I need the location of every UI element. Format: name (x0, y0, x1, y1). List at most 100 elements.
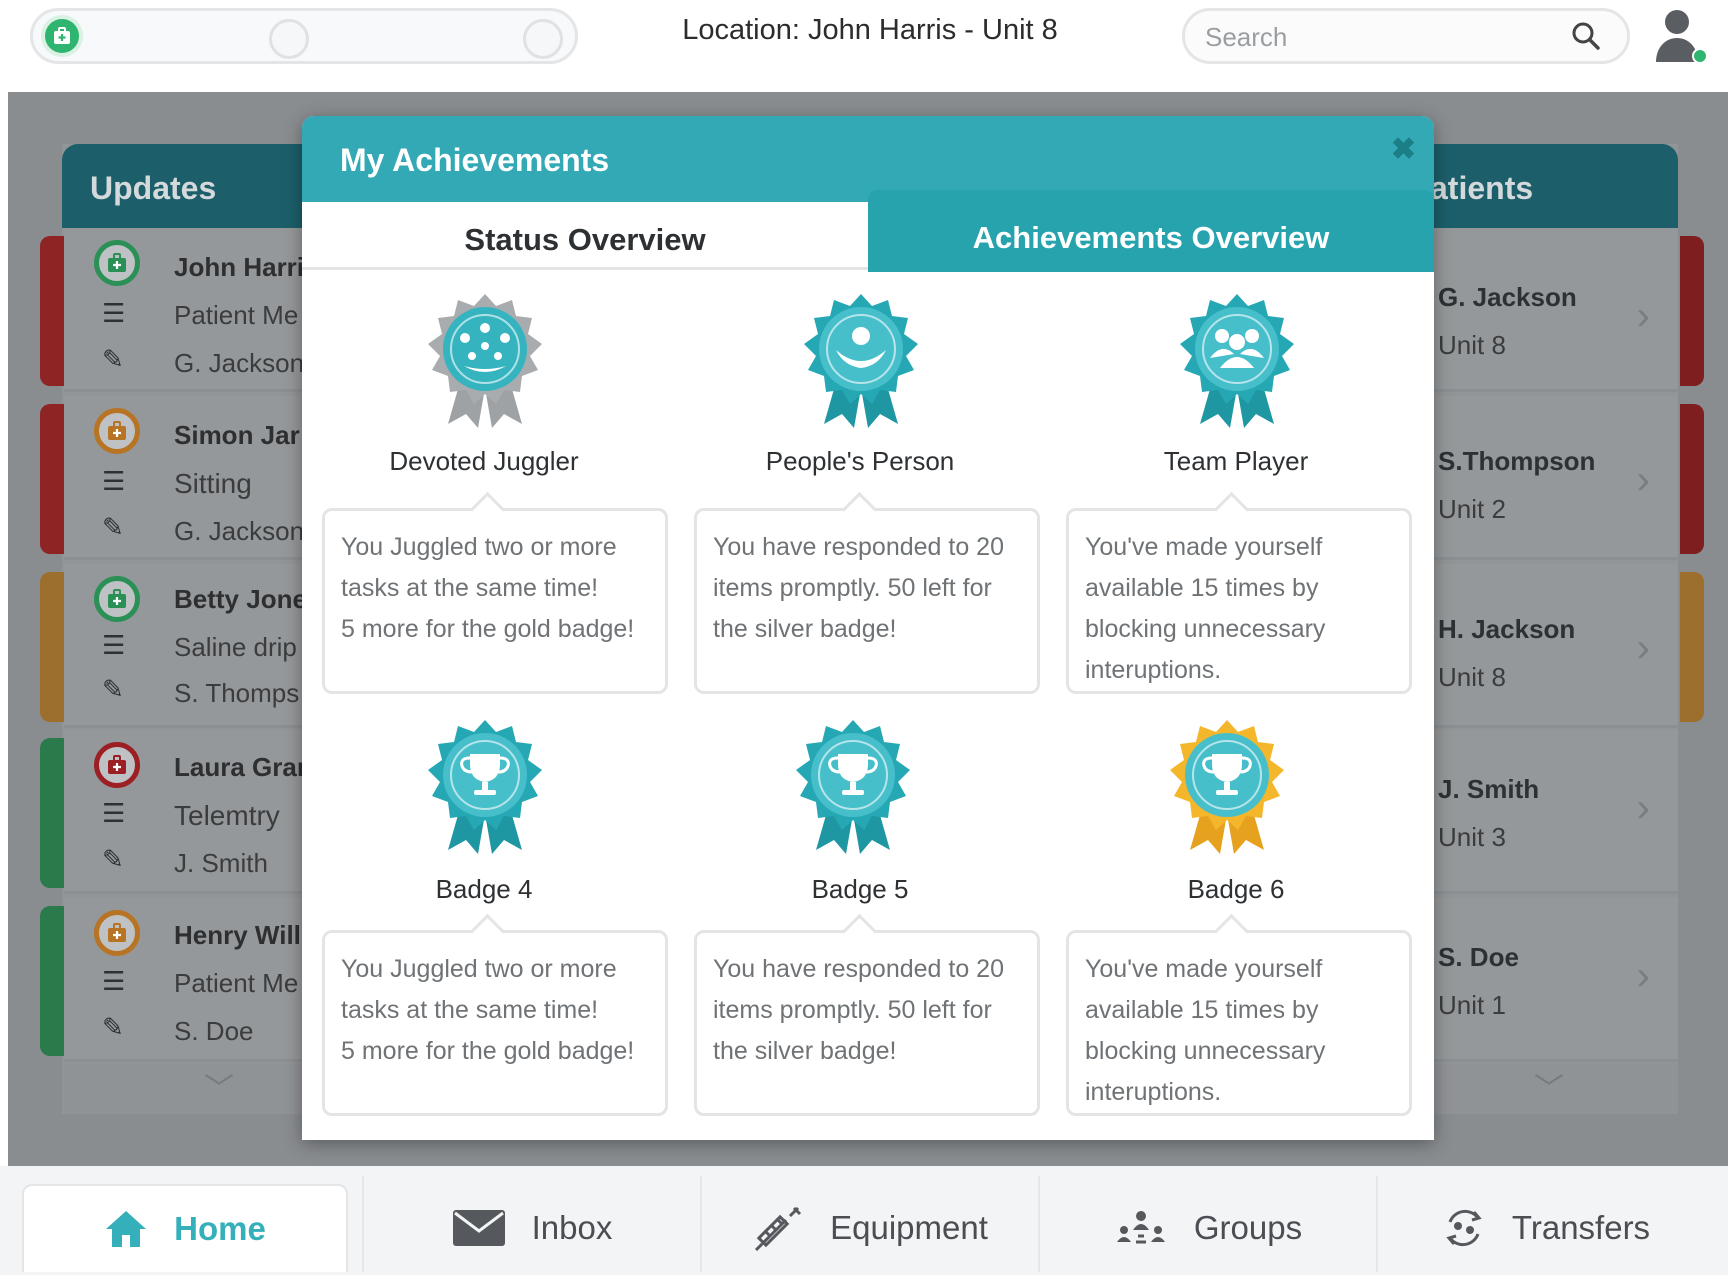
top-bar: Location: John Harris - Unit 8 (0, 0, 1728, 92)
update-status-stripe (40, 404, 64, 554)
badge-description-card: You've made yourself available 15 times … (1066, 508, 1412, 694)
gold-trophy-badge-icon[interactable] (1162, 718, 1292, 858)
syringe-icon: ✎ (102, 512, 124, 542)
update-status-stripe (40, 738, 64, 888)
patients-title: atients (1420, 144, 1678, 228)
badge-description-line: the silver badge! (713, 1037, 897, 1065)
chevron-right-icon: › (1636, 458, 1650, 502)
update-status-stripe (40, 236, 64, 386)
update-staff: S. Doe (174, 1016, 254, 1046)
patient-name: J. Smith (1438, 774, 1540, 804)
patient-name: S. Doe (1438, 942, 1519, 972)
patient-row[interactable]: J. Smith Unit 3 › (1420, 730, 1678, 894)
update-detail: Saline drip (174, 632, 297, 662)
online-status-dot (1692, 48, 1708, 64)
patient-name: H. Jackson (1438, 614, 1576, 644)
patient-unit: Unit 8 (1438, 330, 1506, 360)
badge-description-line: the silver badge! (713, 615, 897, 643)
patient-status-stripe (1680, 572, 1704, 722)
badge-description-line: You've made yourself (1085, 955, 1323, 983)
patient-status-stripe (1680, 236, 1704, 386)
update-staff: J. Smith (174, 848, 268, 878)
badge-description-line: items promptly. 50 left for (713, 574, 992, 602)
badge-label: Devoted Juggler (389, 446, 579, 476)
badge-description-line: You Juggled two or more (341, 533, 617, 561)
syringe-icon (755, 1206, 802, 1252)
syringe-icon: ✎ (102, 844, 124, 874)
syringe-icon: ✎ (102, 674, 124, 704)
status-option-2[interactable] (269, 19, 309, 59)
status-toggle-pill[interactable] (30, 8, 578, 64)
medical-kit-icon (94, 910, 140, 956)
patient-row[interactable]: S. Doe Unit 1 › (1420, 898, 1678, 1062)
close-icon[interactable]: ✖ (1391, 132, 1416, 167)
patient-unit: Unit 1 (1438, 990, 1506, 1020)
medical-status-icon[interactable] (41, 15, 83, 57)
badge-description-line: You have responded to 20 (713, 955, 1004, 983)
juggler-badge-icon[interactable] (420, 292, 550, 432)
trophy-badge-icon[interactable] (788, 718, 918, 858)
patient-status-stripe (1680, 404, 1704, 554)
search-box[interactable] (1182, 8, 1630, 64)
person-badge-icon[interactable] (796, 292, 926, 432)
syringe-icon: ✎ (102, 344, 124, 374)
badge-description-card: You Juggled two or more tasks at the sam… (322, 508, 668, 694)
badge-label: People's Person (765, 446, 955, 476)
update-detail: Telemtry (174, 800, 280, 831)
medical-kit-icon (94, 240, 140, 286)
chevron-right-icon: › (1636, 954, 1650, 998)
chevron-right-icon: › (1636, 626, 1650, 670)
badge-label: Badge 5 (811, 874, 909, 904)
medical-kit-icon (94, 408, 140, 454)
badge-description-line: blocking unnecessary (1085, 1037, 1326, 1065)
badge-description-line: You've made yourself (1085, 533, 1323, 561)
update-status-stripe (40, 572, 64, 722)
modal-title: My Achievements (340, 142, 610, 178)
badge-description-line: 5 more for the gold badge! (341, 1037, 635, 1065)
update-patient-name: Laura Grar (174, 752, 307, 782)
patients-more-chevron[interactable]: ﹀ (1420, 1064, 1678, 1114)
patient-row[interactable]: H. Jackson Unit 8 › (1420, 564, 1678, 728)
envelope-icon (452, 1210, 505, 1246)
nav-groups[interactable]: Groups (1040, 1184, 1376, 1272)
update-patient-name: Henry Willi (174, 920, 309, 950)
update-staff: G. Jackson (174, 516, 305, 546)
patient-unit: Unit 8 (1438, 662, 1506, 692)
patient-row[interactable]: G. Jackson Unit 8 › (1420, 228, 1678, 392)
nav-equipment-label: Equipment (830, 1209, 988, 1246)
status-option-3[interactable] (523, 19, 563, 59)
search-input[interactable] (1205, 21, 1555, 53)
patient-unit: Unit 3 (1438, 822, 1506, 852)
tab-status-overview[interactable]: Status Overview (302, 202, 868, 270)
update-staff: S. Thomps (174, 678, 300, 708)
patient-name: S.Thompson (1438, 446, 1596, 476)
badge-description-line: interuptions. (1085, 1078, 1222, 1106)
nav-inbox-label: Inbox (531, 1209, 613, 1246)
chevron-right-icon: › (1636, 294, 1650, 338)
list-icon: ☰ (102, 466, 126, 496)
badge-description-card: You have responded to 20 items promptly.… (694, 930, 1040, 1116)
nav-home[interactable]: Home (22, 1184, 348, 1272)
update-patient-name: John Harri (174, 252, 305, 282)
search-icon[interactable] (1571, 21, 1601, 51)
patient-unit: Unit 2 (1438, 494, 1506, 524)
update-patient-name: Simon Jar (174, 420, 300, 450)
home-icon (106, 1211, 147, 1247)
patient-row[interactable]: S.Thompson Unit 2 › (1420, 396, 1678, 560)
nav-transfers[interactable]: Transfers (1378, 1184, 1714, 1272)
groups-icon (1116, 1211, 1165, 1244)
badge-description-card: You've made yourself available 15 times … (1066, 930, 1412, 1116)
user-profile-button[interactable] (1652, 8, 1708, 69)
badge-description-line: interuptions. (1085, 656, 1222, 684)
badge-label: Team Player (1163, 446, 1309, 476)
badge-label: Badge 6 (1187, 874, 1285, 904)
trophy-badge-icon[interactable] (420, 718, 550, 858)
location-label: Location: John Harris - Unit 8 (682, 14, 1058, 46)
badge-description-line: You Juggled two or more (341, 955, 617, 983)
chevron-right-icon: › (1636, 786, 1650, 830)
nav-equipment[interactable]: Equipment (702, 1184, 1038, 1272)
tab-achievements-overview[interactable]: Achievements Overview (868, 190, 1434, 272)
badge-description-line: 5 more for the gold badge! (341, 615, 635, 643)
nav-inbox[interactable]: Inbox (364, 1184, 700, 1272)
team-badge-icon[interactable] (1172, 292, 1302, 432)
